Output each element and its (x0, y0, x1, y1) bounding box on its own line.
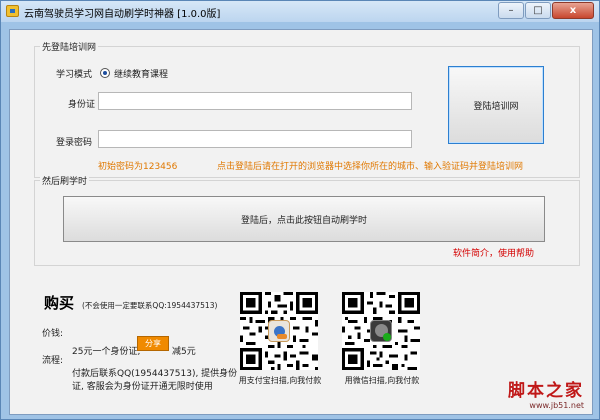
login-site-button[interactable]: 登陆培训网 (448, 66, 544, 144)
process-label: 流程: (42, 356, 64, 366)
process-line-2: 证, 客服会为身份证开通无限时使用 (72, 382, 213, 392)
process-line-1: 付款后联系QQ(1954437513), 提供身份 (72, 369, 238, 379)
watermark-name: 脚本之家 (508, 381, 584, 401)
share-button[interactable]: 分享 (137, 336, 169, 351)
password-label: 登录密码 (56, 138, 93, 148)
purchase-contact-note: (不会使用一定要联系QQ:1954437513) (82, 301, 218, 310)
study-group-title: 然后刷学时 (40, 174, 90, 187)
help-link[interactable]: 软件简介，使用帮助 (453, 246, 534, 259)
price-text: 25元一个身份证, (72, 347, 141, 357)
title-bar[interactable]: 云南驾驶员学习网自动刷学时神器 [1.0.0版] – □ x (1, 1, 599, 22)
initial-password-hint: 初始密码为123456 (98, 162, 178, 172)
alipay-logo-icon (268, 320, 290, 342)
window-title: 云南驾驶员学习网自动刷学时神器 [1.0.0版] (24, 9, 221, 20)
id-number-input[interactable] (98, 92, 412, 110)
main-panel: 先登陆培训网 学习模式 继续教育课程 身份证 登录密码 登陆培训网 初始密码为1… (9, 29, 593, 415)
wechat-qr-code (342, 292, 420, 370)
app-icon (6, 5, 19, 17)
password-input[interactable] (98, 130, 412, 148)
study-mode-option-label[interactable]: 继续教育课程 (114, 67, 168, 80)
share-discount-text: 减5元 (172, 347, 196, 357)
id-label: 身份证 (68, 100, 96, 110)
alipay-qr-code (240, 292, 318, 370)
watermark-url: www.jb51.net (529, 401, 584, 410)
study-mode-label: 学习模式 (56, 70, 93, 80)
start-study-button[interactable]: 登陆后，点击此按钮自动刷学时 (63, 196, 545, 242)
site-watermark: 脚本之家 www.jb51.net (508, 376, 584, 410)
window-controls: – □ x (498, 2, 594, 19)
close-button[interactable]: x (552, 2, 594, 19)
login-group-title: 先登陆培训网 (40, 40, 99, 53)
purchase-title: 购买 (44, 294, 75, 312)
alipay-qr-caption: 用支付宝扫描,向我付款 (238, 376, 322, 385)
study-mode-radio[interactable] (100, 68, 110, 78)
app-window: 云南驾驶员学习网自动刷学时神器 [1.0.0版] – □ x 先登陆培训网 学习… (0, 0, 600, 420)
wechat-qr-caption: 用微信扫描,向我付款 (344, 376, 420, 385)
price-label: 价钱: (42, 329, 64, 339)
minimize-button[interactable]: – (498, 2, 524, 19)
maximize-button[interactable]: □ (525, 2, 551, 19)
wechat-avatar-icon (370, 320, 392, 342)
city-hint: 点击登陆后请在打开的浏览器中选择你所在的城市、输入验证码并登陆培训网 (217, 162, 524, 172)
